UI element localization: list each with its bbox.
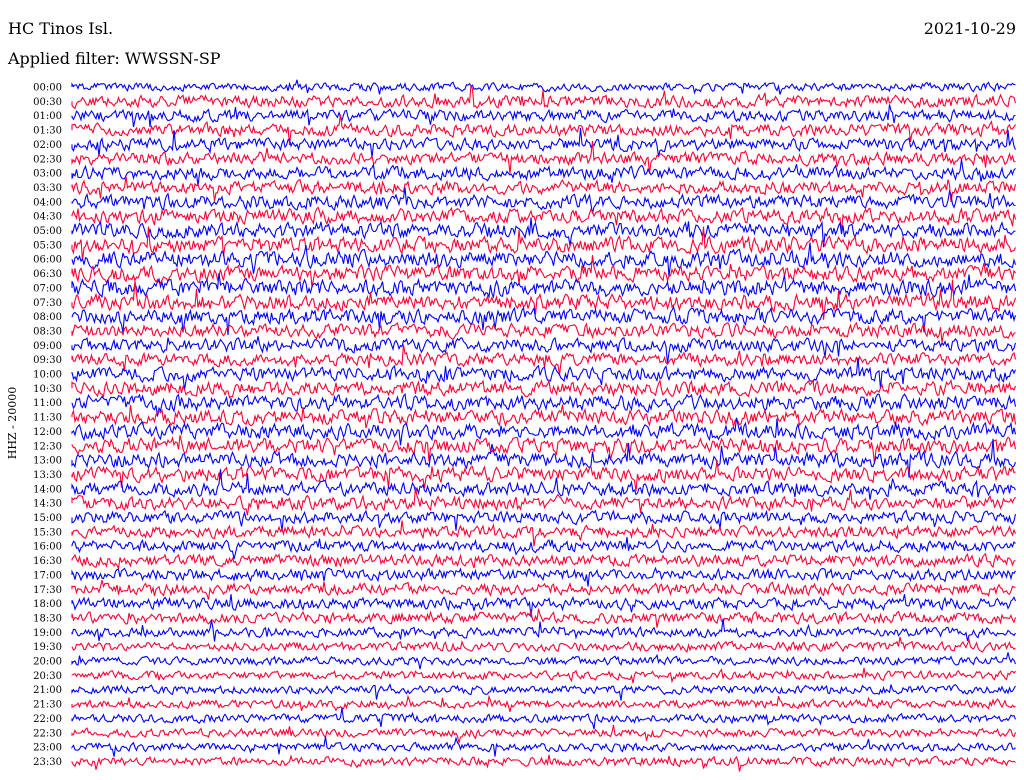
- trace-row-0800: [71, 305, 1017, 335]
- trace-row-1130: [71, 404, 1017, 429]
- trace-row-1930: [71, 636, 1016, 653]
- row-label-0130: 01:30: [33, 126, 62, 137]
- row-label-0100: 01:00: [33, 111, 62, 122]
- trace-row-2230: [71, 724, 1017, 744]
- row-label-1000: 10:00: [33, 370, 62, 381]
- row-label-1600: 16:00: [33, 542, 62, 553]
- row-label-1030: 10:30: [33, 384, 62, 395]
- trace-row-1030: [71, 378, 1017, 399]
- row-label-2330: 23:30: [33, 757, 62, 768]
- row-label-1400: 14:00: [33, 484, 62, 495]
- row-label-1200: 12:00: [33, 427, 62, 438]
- row-label-1930: 19:30: [33, 642, 62, 653]
- row-label-0200: 02:00: [33, 140, 62, 151]
- trace-row-1800: [71, 594, 1017, 618]
- row-label-1630: 16:30: [33, 556, 62, 567]
- trace-row-2130: [71, 694, 1016, 712]
- trace-row-2030: [71, 667, 1016, 684]
- trace-row-0100: [71, 104, 1016, 128]
- row-label-0730: 07:30: [33, 298, 62, 309]
- row-label-0700: 07:00: [33, 283, 62, 294]
- row-label-group: 00:00 00:30 01:00 01:30 02:00 02:30 03:00 03:30…: [33, 83, 62, 768]
- row-label-0930: 09:30: [33, 355, 62, 366]
- helicorder-plot: 00:00 00:30 01:00 01:30 02:00 02:30 03:00 03:30…: [33, 79, 1017, 772]
- row-label-1330: 13:30: [33, 470, 62, 481]
- trace-row-0830: [71, 321, 1016, 343]
- trace-group: [71, 79, 1017, 772]
- row-label-0230: 02:30: [33, 154, 62, 165]
- row-label-0500: 05:00: [33, 226, 62, 237]
- trace-row-0330: [71, 176, 1017, 203]
- row-label-0030: 00:30: [33, 97, 62, 108]
- trace-row-1530: [71, 520, 1017, 547]
- row-label-0830: 08:30: [33, 326, 62, 337]
- row-label-0300: 03:00: [33, 169, 62, 180]
- trace-row-1230: [71, 435, 1017, 464]
- row-label-1300: 13:00: [33, 456, 62, 467]
- row-label-1230: 12:30: [33, 441, 62, 452]
- trace-row-1200: [71, 417, 1017, 446]
- row-label-1730: 17:30: [33, 585, 62, 596]
- row-label-1130: 11:30: [33, 413, 62, 424]
- trace-row-1830: [71, 608, 1017, 628]
- trace-row-0300: [71, 159, 1016, 187]
- trace-row-1700: [71, 566, 1016, 587]
- trace-row-1730: [71, 579, 1016, 600]
- trace-row-2330: [71, 754, 1016, 772]
- row-label-0330: 03:30: [33, 183, 62, 194]
- trace-row-2200: [71, 707, 1017, 730]
- row-label-1900: 19:00: [33, 628, 62, 639]
- trace-row-1500: [71, 509, 1017, 532]
- row-label-0900: 09:00: [33, 341, 62, 352]
- row-label-0530: 05:30: [33, 240, 62, 251]
- row-label-0600: 06:00: [33, 255, 62, 266]
- row-label-2100: 21:00: [33, 685, 62, 696]
- row-label-1100: 11:00: [33, 398, 62, 409]
- row-label-2300: 23:00: [33, 743, 62, 754]
- row-label-1430: 14:30: [33, 499, 62, 510]
- row-label-1800: 18:00: [33, 599, 62, 610]
- row-label-0000: 00:00: [33, 83, 62, 94]
- trace-row-1630: [71, 552, 1016, 571]
- row-label-2030: 20:30: [33, 671, 62, 682]
- trace-row-2100: [71, 683, 1016, 701]
- trace-row-2000: [71, 652, 1017, 670]
- row-label-1500: 15:00: [33, 513, 62, 524]
- row-label-2200: 22:00: [33, 714, 62, 725]
- row-label-1700: 17:00: [33, 570, 62, 581]
- row-label-2000: 20:00: [33, 657, 62, 668]
- row-label-1830: 18:30: [33, 613, 62, 624]
- row-label-1530: 15:30: [33, 527, 62, 538]
- row-label-0800: 08:00: [33, 312, 62, 323]
- trace-row-0030: [71, 84, 1017, 110]
- row-label-0430: 04:30: [33, 212, 62, 223]
- row-label-2230: 22:30: [33, 728, 62, 739]
- row-label-0400: 04:00: [33, 197, 62, 208]
- trace-row-2300: [71, 736, 1016, 757]
- row-label-2130: 21:30: [33, 700, 62, 711]
- row-label-0630: 06:30: [33, 269, 62, 280]
